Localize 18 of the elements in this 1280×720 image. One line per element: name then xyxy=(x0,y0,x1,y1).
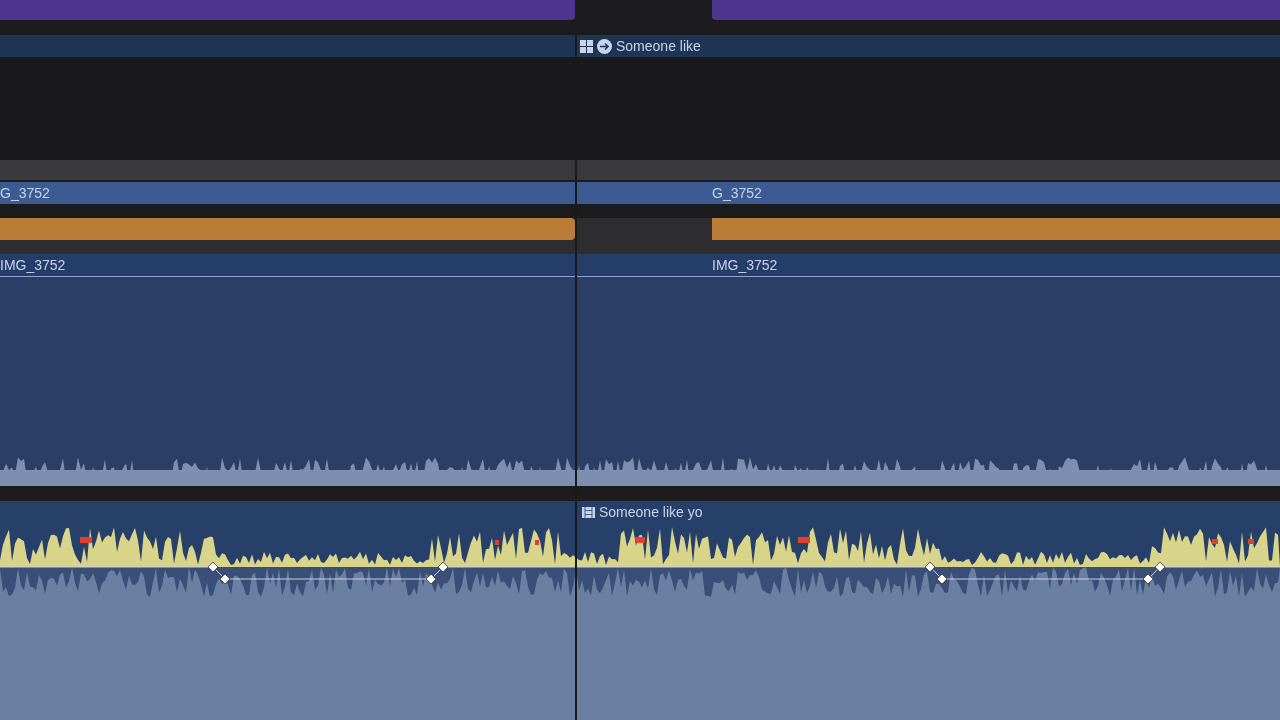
clip-bar[interactable] xyxy=(0,0,575,20)
grid-icon xyxy=(580,39,593,53)
clip-title: Someone like xyxy=(616,36,701,56)
clip-title: G_3752 xyxy=(712,183,762,203)
audio-clip[interactable] xyxy=(0,277,1280,486)
clip-bar[interactable] xyxy=(0,218,575,240)
clip-bar[interactable] xyxy=(712,218,1280,240)
clip-title: Someone like yo xyxy=(599,502,703,522)
film-icon xyxy=(582,506,595,518)
clip-bar[interactable] xyxy=(712,0,1280,20)
transition-icon xyxy=(597,38,612,54)
title-clip[interactable]: Someone like xyxy=(0,35,1280,57)
clip-title: G_3752 xyxy=(0,183,50,203)
video-clip[interactable]: G_3752 xyxy=(712,182,1280,204)
clip-title: IMG_3752 xyxy=(0,255,66,275)
music-clip[interactable]: Someone like yo xyxy=(0,501,1280,720)
video-clip[interactable]: G_3752 xyxy=(0,182,712,204)
clip-title: IMG_3752 xyxy=(712,255,778,275)
